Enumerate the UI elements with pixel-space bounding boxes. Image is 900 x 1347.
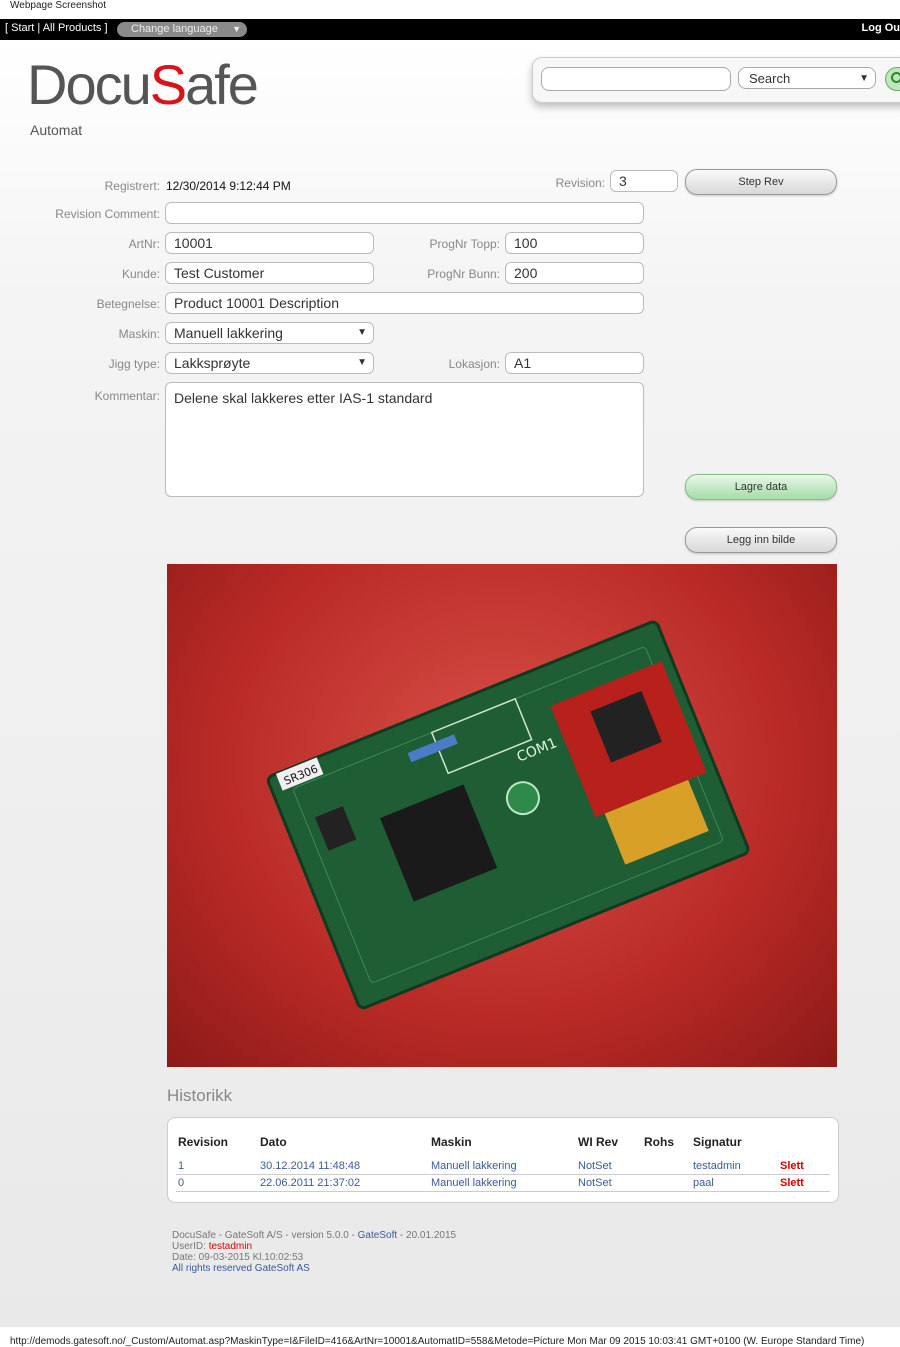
col-dato: Dato	[260, 1135, 287, 1149]
betegnelse-label: Betegnelse:	[96, 297, 160, 311]
col-wi-rev: WI Rev	[578, 1135, 619, 1149]
table-cell[interactable]: 22.06.2011 21:37:02	[260, 1177, 360, 1189]
row-divider	[176, 1191, 830, 1192]
table-cell[interactable]: 1	[178, 1160, 184, 1172]
pcb-illustration: SR306 COM1	[266, 620, 750, 1010]
footer-version-b: - 20.01.2015	[399, 1230, 457, 1241]
search-panel: Search ▼	[532, 57, 900, 103]
table-cell[interactable]: Manuell lakkering	[431, 1160, 517, 1172]
revision-comment-field[interactable]	[165, 202, 644, 224]
search-scope-label: Search	[749, 71, 791, 86]
table-cell[interactable]: Manuell lakkering	[431, 1177, 517, 1189]
gatesoft-link[interactable]: GateSoft	[358, 1230, 397, 1241]
save-data-button[interactable]: Lagre data	[685, 474, 837, 500]
jigg-type-selected: Lakksprøyte	[174, 355, 251, 371]
status-bar-url: http://demods.gatesoft.no/_Custom/Automa…	[10, 1336, 865, 1347]
footer-date-line: Date: 09-03-2015 Kl.10:02:53	[172, 1252, 304, 1263]
revision-label: Revision:	[555, 176, 605, 190]
add-image-button[interactable]: Legg inn bilde	[685, 527, 837, 553]
registrert-value: 12/30/2014 9:12:44 PM	[166, 179, 291, 193]
kommentar-textarea[interactable]: Delene skal lakkeres etter IAS-1 standar…	[165, 382, 644, 497]
delete-link[interactable]: Slett	[780, 1160, 804, 1172]
search-input[interactable]	[541, 67, 731, 91]
col-revision: Revision	[178, 1135, 229, 1149]
revision-comment-label: Revision Comment:	[55, 207, 160, 221]
table-cell[interactable]: paal	[693, 1177, 714, 1189]
delete-link[interactable]: Slett	[780, 1177, 804, 1189]
product-photo: SR306 COM1	[167, 564, 837, 1067]
main-content: DocuSafe Automat Search ▼ Registrert: 12…	[0, 40, 900, 1327]
betegnelse-field[interactable]: Product 10001 Description	[165, 292, 644, 314]
history-title: Historikk	[167, 1086, 233, 1105]
prognr-topp-field[interactable]: 100	[505, 232, 644, 254]
logo-part-3: afe	[185, 53, 259, 116]
col-maskin: Maskin	[431, 1135, 472, 1149]
table-cell[interactable]: NotSet	[578, 1177, 612, 1189]
top-bar: [ Start | All Products ] Change language…	[0, 19, 900, 40]
logo-part-2: S	[149, 53, 187, 116]
row-divider	[176, 1174, 830, 1175]
change-language-label: Change language	[131, 23, 218, 35]
step-rev-button[interactable]: Step Rev	[685, 169, 837, 195]
table-cell[interactable]: 0	[178, 1177, 184, 1189]
lokasjon-field[interactable]: A1	[505, 352, 644, 374]
chevron-down-icon: ▼	[357, 327, 367, 338]
search-scope-select[interactable]: Search ▼	[738, 67, 876, 89]
logout-link[interactable]: Log Ou	[862, 22, 900, 34]
table-cell[interactable]: 30.12.2014 11:48:48	[260, 1160, 360, 1172]
artnr-field[interactable]: 10001	[165, 232, 374, 254]
col-signatur: Signatur	[693, 1135, 742, 1149]
screenshot-caption: Webpage Screenshot	[10, 0, 106, 11]
breadcrumb-nav[interactable]: [ Start | All Products ]	[5, 22, 108, 34]
footer-version-line: DocuSafe - GateSoft A/S - version 5.0.0 …	[172, 1230, 456, 1241]
prognr-bunn-field[interactable]: 200	[505, 262, 644, 284]
page-subtitle: Automat	[30, 122, 83, 138]
maskin-label: Maskin:	[118, 327, 160, 341]
userid-value: testadmin	[208, 1241, 253, 1252]
col-rohs: Rohs	[644, 1135, 674, 1149]
chevron-down-icon: ▼	[232, 24, 241, 34]
kunde-label: Kunde:	[121, 267, 160, 281]
jigg-type-select[interactable]: Lakksprøyte ▼	[165, 352, 374, 374]
registrert-label: Registrert:	[104, 179, 160, 193]
maskin-selected: Manuell lakkering	[174, 325, 283, 341]
chevron-down-icon: ▼	[357, 357, 367, 368]
prognr-topp-label: ProgNr Topp:	[429, 237, 500, 251]
kommentar-label: Kommentar:	[94, 389, 160, 403]
footer: DocuSafe - GateSoft A/S - version 5.0.0 …	[172, 1230, 456, 1274]
prognr-bunn-label: ProgNr Bunn:	[427, 267, 500, 281]
history-table: Revision Dato Maskin WI Rev Rohs Signatu…	[167, 1117, 839, 1203]
kunde-field[interactable]: Test Customer	[165, 262, 374, 284]
docusafe-logo: DocuSafe	[27, 52, 259, 117]
logo-part-1: Docu	[27, 53, 152, 116]
search-button[interactable]	[885, 67, 900, 91]
change-language-select[interactable]: Change language ▼	[117, 22, 247, 37]
footer-version-a: DocuSafe - GateSoft A/S - version 5.0.0 …	[172, 1230, 355, 1241]
table-cell[interactable]: testadmin	[693, 1160, 741, 1172]
lokasjon-label: Lokasjon:	[448, 357, 500, 371]
userid-label: UserID:	[172, 1241, 206, 1252]
revision-field[interactable]: 3	[610, 170, 678, 192]
jigg-type-label: Jigg type:	[108, 357, 160, 371]
table-cell[interactable]: NotSet	[578, 1160, 612, 1172]
maskin-select[interactable]: Manuell lakkering ▼	[165, 322, 374, 344]
footer-rights[interactable]: All rights reserved GateSoft AS	[172, 1263, 456, 1274]
footer-userid-line: UserID: testadmin	[172, 1241, 456, 1252]
search-icon	[891, 72, 900, 83]
artnr-label: ArtNr:	[128, 237, 160, 251]
chevron-down-icon: ▼	[859, 73, 869, 84]
